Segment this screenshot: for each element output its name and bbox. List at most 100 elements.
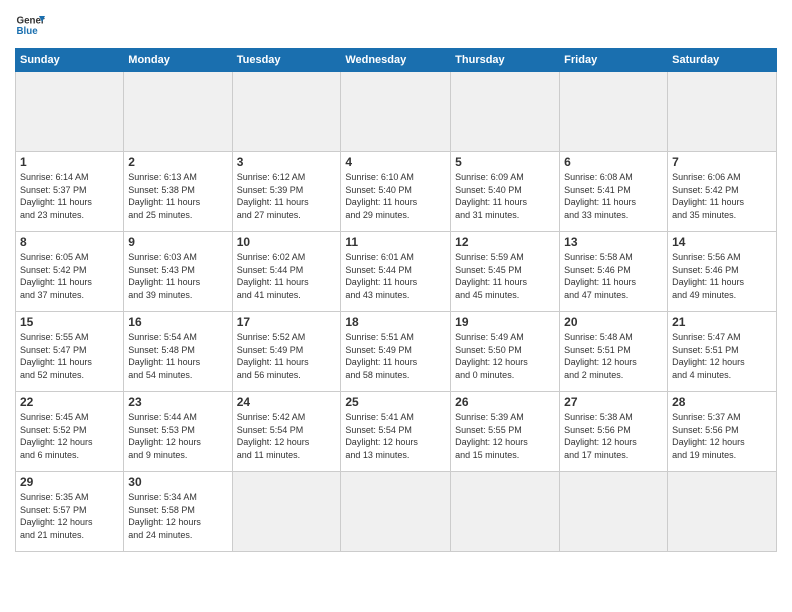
- day-number: 15: [20, 315, 119, 329]
- calendar-cell: 27 Sunrise: 5:38 AM Sunset: 5:56 PM Dayli…: [560, 392, 668, 472]
- day-info: Sunrise: 5:42 AM Sunset: 5:54 PM Dayligh…: [237, 411, 337, 461]
- day-info: Sunrise: 5:51 AM Sunset: 5:49 PM Dayligh…: [345, 331, 446, 381]
- day-number: 9: [128, 235, 227, 249]
- calendar-cell: 30 Sunrise: 5:34 AM Sunset: 5:58 PM Dayli…: [124, 472, 232, 552]
- calendar-cell: 29 Sunrise: 5:35 AM Sunset: 5:57 PM Dayli…: [16, 472, 124, 552]
- calendar-cell: 9 Sunrise: 6:03 AM Sunset: 5:43 PM Daylig…: [124, 232, 232, 312]
- day-info: Sunrise: 5:37 AM Sunset: 5:56 PM Dayligh…: [672, 411, 772, 461]
- day-number: 30: [128, 475, 227, 489]
- day-number: 22: [20, 395, 119, 409]
- calendar-cell: 13Sunrise: 5:58 AM Sunset: 5:46 PM Dayli…: [560, 232, 668, 312]
- calendar-cell: 12 Sunrise: 5:59 AM Sunset: 5:45 PM Dayli…: [451, 232, 560, 312]
- day-info: Sunrise: 5:49 AM Sunset: 5:50 PM Dayligh…: [455, 331, 555, 381]
- day-number: 27: [564, 395, 663, 409]
- calendar-cell: [341, 472, 451, 552]
- calendar-cell: 4Sunrise: 6:10 AM Sunset: 5:40 PM Daylig…: [341, 152, 451, 232]
- calendar-cell: 8 Sunrise: 6:05 AM Sunset: 5:42 PM Daylig…: [16, 232, 124, 312]
- day-number: 29: [20, 475, 119, 489]
- calendar-cell: 6 Sunrise: 6:08 AM Sunset: 5:41 PM Daylig…: [560, 152, 668, 232]
- day-number: 13: [564, 235, 663, 249]
- calendar-cell: 21Sunrise: 5:47 AM Sunset: 5:51 PM Dayli…: [668, 312, 777, 392]
- calendar-cell: 25 Sunrise: 5:41 AM Sunset: 5:54 PM Dayli…: [341, 392, 451, 472]
- day-info: Sunrise: 5:34 AM Sunset: 5:58 PM Dayligh…: [128, 491, 227, 541]
- day-info: Sunrise: 6:12 AM Sunset: 5:39 PM Dayligh…: [237, 171, 337, 221]
- day-info: Sunrise: 5:48 AM Sunset: 5:51 PM Dayligh…: [564, 331, 663, 381]
- day-info: Sunrise: 5:54 AM Sunset: 5:48 PM Dayligh…: [128, 331, 227, 381]
- day-info: Sunrise: 6:09 AM Sunset: 5:40 PM Dayligh…: [455, 171, 555, 221]
- day-number: 26: [455, 395, 555, 409]
- day-number: 5: [455, 155, 555, 169]
- day-info: Sunrise: 5:52 AM Sunset: 5:49 PM Dayligh…: [237, 331, 337, 381]
- calendar-cell: [232, 72, 341, 152]
- column-header-monday: Monday: [124, 49, 232, 72]
- logo-icon: General Blue: [15, 10, 45, 40]
- calendar-cell: 3 Sunrise: 6:12 AM Sunset: 5:39 PM Daylig…: [232, 152, 341, 232]
- day-info: Sunrise: 6:06 AM Sunset: 5:42 PM Dayligh…: [672, 171, 772, 221]
- day-info: Sunrise: 6:01 AM Sunset: 5:44 PM Dayligh…: [345, 251, 446, 301]
- column-header-thursday: Thursday: [451, 49, 560, 72]
- day-info: Sunrise: 6:03 AM Sunset: 5:43 PM Dayligh…: [128, 251, 227, 301]
- day-number: 4: [345, 155, 446, 169]
- day-info: Sunrise: 5:59 AM Sunset: 5:45 PM Dayligh…: [455, 251, 555, 301]
- calendar-week-row: 8 Sunrise: 6:05 AM Sunset: 5:42 PM Daylig…: [16, 232, 777, 312]
- calendar-cell: [451, 72, 560, 152]
- day-info: Sunrise: 6:14 AM Sunset: 5:37 PM Dayligh…: [20, 171, 119, 221]
- day-info: Sunrise: 6:13 AM Sunset: 5:38 PM Dayligh…: [128, 171, 227, 221]
- column-header-friday: Friday: [560, 49, 668, 72]
- day-number: 25: [345, 395, 446, 409]
- day-info: Sunrise: 5:35 AM Sunset: 5:57 PM Dayligh…: [20, 491, 119, 541]
- calendar-cell: 7 Sunrise: 6:06 AM Sunset: 5:42 PM Daylig…: [668, 152, 777, 232]
- calendar-cell: 19Sunrise: 5:49 AM Sunset: 5:50 PM Dayli…: [451, 312, 560, 392]
- calendar-cell: 5 Sunrise: 6:09 AM Sunset: 5:40 PM Daylig…: [451, 152, 560, 232]
- column-header-tuesday: Tuesday: [232, 49, 341, 72]
- day-number: 16: [128, 315, 227, 329]
- calendar-cell: [16, 72, 124, 152]
- day-number: 14: [672, 235, 772, 249]
- day-number: 3: [237, 155, 337, 169]
- calendar-cell: 15 Sunrise: 5:55 AM Sunset: 5:47 PM Dayli…: [16, 312, 124, 392]
- calendar-cell: 24 Sunrise: 5:42 AM Sunset: 5:54 PM Dayli…: [232, 392, 341, 472]
- day-info: Sunrise: 6:08 AM Sunset: 5:41 PM Dayligh…: [564, 171, 663, 221]
- calendar-cell: [232, 472, 341, 552]
- day-info: Sunrise: 5:47 AM Sunset: 5:51 PM Dayligh…: [672, 331, 772, 381]
- column-header-wednesday: Wednesday: [341, 49, 451, 72]
- calendar-cell: [560, 72, 668, 152]
- calendar-cell: 26 Sunrise: 5:39 AM Sunset: 5:55 PM Dayli…: [451, 392, 560, 472]
- calendar-cell: 28Sunrise: 5:37 AM Sunset: 5:56 PM Dayli…: [668, 392, 777, 472]
- calendar-header-row: SundayMondayTuesdayWednesdayThursdayFrid…: [16, 49, 777, 72]
- calendar-cell: 14Sunrise: 5:56 AM Sunset: 5:46 PM Dayli…: [668, 232, 777, 312]
- day-info: Sunrise: 6:05 AM Sunset: 5:42 PM Dayligh…: [20, 251, 119, 301]
- day-info: Sunrise: 5:41 AM Sunset: 5:54 PM Dayligh…: [345, 411, 446, 461]
- calendar-cell: 10Sunrise: 6:02 AM Sunset: 5:44 PM Dayli…: [232, 232, 341, 312]
- calendar-week-row: 22 Sunrise: 5:45 AM Sunset: 5:52 PM Dayli…: [16, 392, 777, 472]
- day-number: 7: [672, 155, 772, 169]
- day-number: 23: [128, 395, 227, 409]
- day-number: 6: [564, 155, 663, 169]
- day-info: Sunrise: 5:44 AM Sunset: 5:53 PM Dayligh…: [128, 411, 227, 461]
- calendar-cell: 23 Sunrise: 5:44 AM Sunset: 5:53 PM Dayli…: [124, 392, 232, 472]
- day-number: 24: [237, 395, 337, 409]
- calendar-week-row: 1Sunrise: 6:14 AM Sunset: 5:37 PM Daylig…: [16, 152, 777, 232]
- day-info: Sunrise: 5:38 AM Sunset: 5:56 PM Dayligh…: [564, 411, 663, 461]
- calendar-cell: [341, 72, 451, 152]
- day-info: Sunrise: 5:39 AM Sunset: 5:55 PM Dayligh…: [455, 411, 555, 461]
- svg-text:Blue: Blue: [17, 26, 39, 37]
- calendar-cell: [124, 72, 232, 152]
- calendar-cell: [668, 472, 777, 552]
- column-header-sunday: Sunday: [16, 49, 124, 72]
- calendar-week-row: 15 Sunrise: 5:55 AM Sunset: 5:47 PM Dayli…: [16, 312, 777, 392]
- calendar-week-row: [16, 72, 777, 152]
- day-number: 11: [345, 235, 446, 249]
- calendar-cell: [668, 72, 777, 152]
- calendar-cell: [451, 472, 560, 552]
- logo: General Blue: [15, 10, 45, 40]
- calendar-week-row: 29 Sunrise: 5:35 AM Sunset: 5:57 PM Dayli…: [16, 472, 777, 552]
- day-info: Sunrise: 5:45 AM Sunset: 5:52 PM Dayligh…: [20, 411, 119, 461]
- day-number: 8: [20, 235, 119, 249]
- calendar-table: SundayMondayTuesdayWednesdayThursdayFrid…: [15, 48, 777, 552]
- day-number: 10: [237, 235, 337, 249]
- day-number: 12: [455, 235, 555, 249]
- day-info: Sunrise: 5:55 AM Sunset: 5:47 PM Dayligh…: [20, 331, 119, 381]
- calendar-cell: 20Sunrise: 5:48 AM Sunset: 5:51 PM Dayli…: [560, 312, 668, 392]
- day-number: 2: [128, 155, 227, 169]
